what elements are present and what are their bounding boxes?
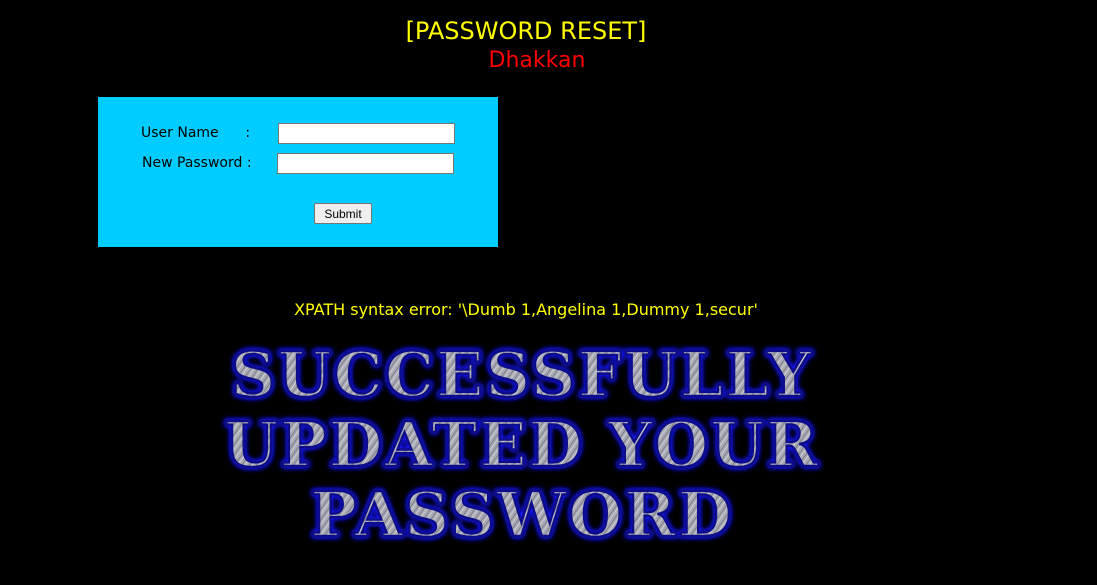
success-banner-image: SUCCESSFULLY UPDATED YOUR PASSWORD bbox=[223, 337, 820, 553]
banner-line-2: UPDATED YOUR bbox=[224, 408, 820, 481]
page-subtitle: Dhakkan bbox=[488, 48, 586, 73]
banner-line-3: PASSWORD bbox=[310, 478, 733, 551]
new-password-label: New Password : bbox=[142, 155, 252, 171]
new-password-input[interactable] bbox=[277, 153, 454, 174]
error-message: XPATH syntax error: '\Dumb 1,Angelina 1,… bbox=[294, 300, 758, 319]
page: [PASSWORD RESET] Dhakkan User Name : New… bbox=[0, 0, 1097, 585]
username-label: User Name : bbox=[141, 125, 251, 141]
submit-button[interactable]: Submit bbox=[314, 203, 372, 224]
page-title: [PASSWORD RESET] bbox=[405, 17, 647, 45]
banner-line-1: SUCCESSFULLY bbox=[231, 338, 814, 411]
password-reset-form: User Name : New Password : Submit bbox=[98, 97, 498, 247]
username-input[interactable] bbox=[278, 123, 455, 144]
